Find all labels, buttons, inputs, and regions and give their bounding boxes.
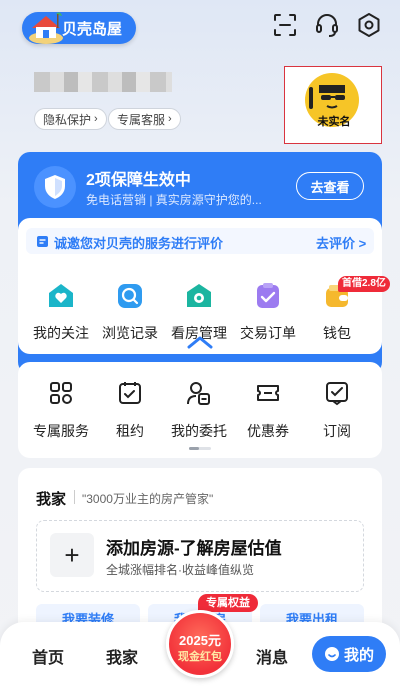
settings-icon[interactable] — [356, 12, 382, 38]
scan-icon[interactable] — [272, 12, 298, 38]
app-name: 贝壳岛屋 — [62, 20, 123, 38]
guarantee-subtitle: 免电话营销 | 真实房源守护您的... — [86, 193, 262, 207]
promo-text: 现金红包 — [178, 651, 222, 663]
quick-transaction-orders[interactable]: 交易订单 — [233, 282, 303, 343]
quick-label: 交易订单 — [240, 325, 296, 341]
avatar-verification-label: 未实名 — [317, 116, 351, 128]
service-exclusive[interactable]: 专属服务 — [26, 380, 96, 441]
nav-me-label: 我的 — [343, 646, 374, 664]
service-label: 租约 — [116, 423, 144, 439]
guarantee-title: 2项保障生效中 — [86, 172, 191, 189]
page-indicator — [189, 447, 211, 450]
privacy-chip-label: 隐私保护 — [43, 112, 92, 127]
note-icon — [37, 236, 48, 247]
quick-label: 钱包 — [323, 325, 351, 341]
service-chip-label: 专属客服 — [117, 112, 166, 127]
my-home-subtitle: "3000万业主的房产管家" — [82, 492, 214, 506]
service-coupons[interactable]: 优惠券 — [233, 380, 303, 441]
customer-service-icon[interactable] — [314, 12, 340, 38]
nav-me[interactable]: 我的 — [312, 636, 386, 672]
service-label: 优惠券 — [247, 423, 289, 439]
exclusive-service-chip[interactable]: 专属客服 › — [108, 108, 181, 130]
wallet-promo-badge: 首借2.8亿 — [338, 276, 390, 292]
promo-year: 2025元 — [179, 633, 221, 648]
service-label: 我的委托 — [171, 423, 227, 439]
privacy-protection-chip[interactable]: 隐私保护 › — [34, 108, 107, 130]
nav-my-home[interactable]: 我家 — [106, 644, 138, 668]
evaluation-text: 诚邀您对贝壳的服务进行评价 — [54, 236, 224, 251]
exclusive-rights-tag: 专属权益 — [198, 594, 258, 612]
grid-icon — [50, 382, 72, 404]
app-logo-pill[interactable]: 贝壳岛屋 — [22, 12, 136, 44]
nav-home[interactable]: 首页 — [32, 644, 64, 668]
person-doc-icon — [187, 382, 210, 405]
view-house-icon — [187, 284, 211, 307]
evaluate-link[interactable]: 去评价 > — [316, 233, 366, 252]
shield-icon — [45, 175, 65, 199]
top-bar: 贝壳岛屋 — [0, 0, 400, 60]
house-logo-icon — [29, 12, 63, 44]
calendar-check-icon — [119, 382, 141, 404]
service-subscribe[interactable]: 订阅 — [302, 380, 372, 441]
service-my-entrust[interactable]: 我的委托 — [164, 380, 234, 441]
history-icon — [118, 284, 142, 308]
heart-house-icon — [49, 284, 73, 307]
add-property-subtitle: 全城涨幅排名·收益峰值纵览 — [106, 563, 254, 577]
add-property-title: 添加房源-了解房屋估值 — [106, 539, 282, 558]
quick-browse-history[interactable]: 浏览记录 — [95, 282, 165, 343]
avatar[interactable]: 未实名 — [284, 66, 382, 144]
chevron-right-icon: › — [94, 113, 98, 125]
order-icon — [257, 283, 279, 308]
divider — [74, 490, 75, 504]
subscribe-icon — [326, 382, 348, 406]
quick-my-favorites[interactable]: 我的关注 — [26, 282, 96, 343]
service-lease[interactable]: 租约 — [95, 380, 165, 441]
user-name-blurred[interactable] — [34, 72, 172, 92]
service-label: 专属服务 — [33, 423, 89, 439]
coupon-icon — [257, 385, 279, 401]
chevron-right-icon: › — [168, 113, 172, 125]
nav-messages[interactable]: 消息 — [256, 644, 288, 668]
view-guarantee-button[interactable]: 去查看 — [296, 172, 364, 200]
me-icon — [324, 647, 339, 661]
my-home-title: 我家 — [36, 491, 67, 508]
quick-label: 我的关注 — [33, 325, 89, 341]
shield-badge — [34, 166, 76, 208]
service-label: 订阅 — [323, 423, 351, 439]
quick-label: 浏览记录 — [102, 325, 158, 341]
plus-icon[interactable]: + — [50, 533, 94, 577]
chevron-up-icon[interactable] — [186, 334, 214, 350]
